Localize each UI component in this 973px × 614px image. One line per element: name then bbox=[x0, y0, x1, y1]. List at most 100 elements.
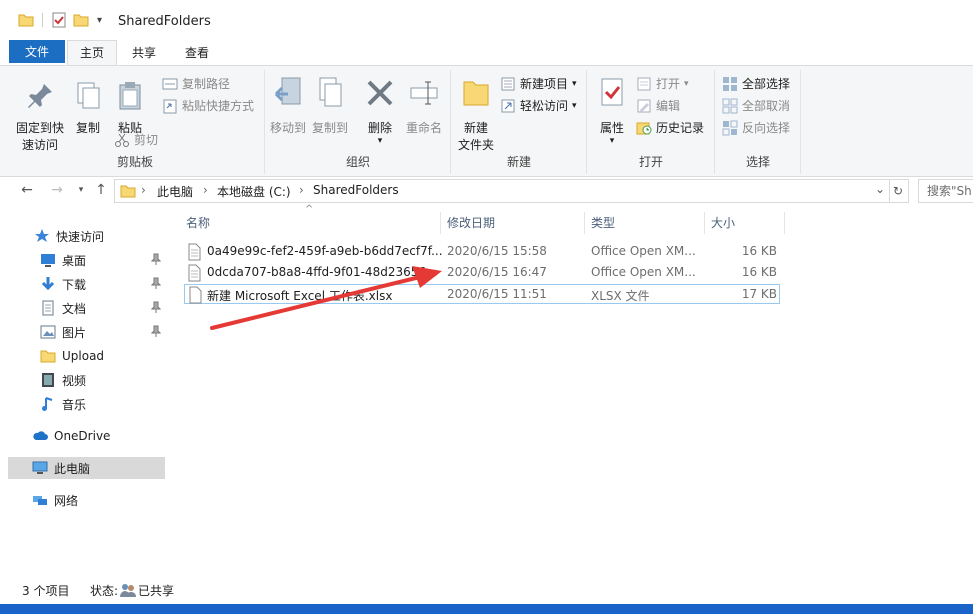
breadcrumb-local-disk[interactable]: 本地磁盘 (C:) bbox=[217, 183, 291, 200]
delete-x-icon bbox=[367, 80, 393, 106]
easy-access-button[interactable]: 轻松访问 ▾ bbox=[500, 96, 577, 116]
tab-share[interactable]: 共享 bbox=[120, 41, 168, 65]
file-icon bbox=[188, 264, 201, 282]
rename-button[interactable]: 重命名 bbox=[402, 76, 446, 137]
copy-to-button[interactable]: 复制到 bbox=[310, 76, 350, 137]
move-to-label: 移动到 bbox=[269, 121, 306, 135]
nav-this-pc[interactable]: 此电脑 bbox=[8, 457, 165, 479]
column-header-type[interactable]: 类型 bbox=[585, 212, 705, 234]
up-button[interactable]: ↑ bbox=[92, 181, 110, 199]
status-bar: 3 个项目 状态: 已共享 bbox=[0, 578, 973, 604]
new-group-label: 新建 bbox=[506, 155, 531, 169]
tab-home[interactable]: 主页 bbox=[67, 40, 117, 66]
pin-icon bbox=[151, 277, 161, 289]
nav-item-videos[interactable]: 视频 bbox=[8, 369, 165, 391]
nav-item-label: 桌面 bbox=[62, 253, 87, 268]
nav-item-downloads[interactable]: 下载 bbox=[8, 273, 165, 295]
paste-shortcut-button[interactable]: 粘贴快捷方式 bbox=[162, 96, 254, 116]
column-header-date[interactable]: 修改日期 bbox=[441, 212, 585, 234]
navigation-pane: 快速访问 桌面 下载 文档 图片 Upload 视频 音乐 OneDrive 此… bbox=[0, 210, 168, 570]
file-icon bbox=[188, 243, 201, 261]
clipboard-group-label: 剪贴板 bbox=[116, 155, 153, 169]
file-row[interactable]: 0dcda707-b8a8-4ffd-9f01-48d23656... 2020… bbox=[184, 263, 780, 283]
customize-toolbar-dropdown[interactable]: ▾ bbox=[97, 15, 102, 26]
properties-dropdown-arrow[interactable]: ▾ bbox=[592, 137, 632, 146]
pin-quick-access-button[interactable]: 固定到快 速访问 bbox=[12, 80, 68, 154]
paste-button[interactable]: 粘贴 bbox=[110, 80, 150, 137]
search-input[interactable]: 搜索"Sh bbox=[918, 179, 973, 203]
column-header-name[interactable]: 名称 bbox=[180, 212, 441, 234]
cloud-icon bbox=[33, 431, 48, 440]
ribbon: 固定到快 速访问 复制 粘贴 复制路径 粘贴快捷方式 剪切 剪贴板 移动到 复制… bbox=[0, 65, 973, 177]
breadcrumb-this-pc[interactable]: 此电脑 bbox=[157, 183, 193, 200]
properties-check-icon[interactable] bbox=[51, 12, 67, 28]
new-folder-button[interactable]: 新建 文件夹 bbox=[454, 76, 498, 154]
item-count: 3 个项目 bbox=[22, 584, 70, 598]
edit-icon bbox=[637, 99, 651, 113]
pin-icon bbox=[151, 301, 161, 313]
easy-access-dropdown-arrow[interactable]: ▾ bbox=[572, 96, 577, 116]
file-name: 新建 Microsoft Excel 工作表.xlsx bbox=[207, 289, 393, 303]
tab-view[interactable]: 查看 bbox=[173, 41, 221, 65]
address-box[interactable]: › 此电脑 › 本地磁盘 (C:) › SharedFolders ⌄ bbox=[114, 179, 890, 203]
status-value: 已共享 bbox=[138, 584, 175, 598]
refresh-button[interactable]: ↻ bbox=[888, 179, 909, 203]
nav-quick-access[interactable]: 快速访问 bbox=[8, 225, 165, 247]
file-row[interactable]: 0a49e99c-fef2-459f-a9eb-b6dd7ecf7f... 20… bbox=[184, 242, 780, 262]
new-item-dropdown-arrow[interactable]: ▾ bbox=[572, 74, 577, 94]
copy-label: 复制 bbox=[75, 121, 100, 135]
copy-button[interactable]: 复制 bbox=[70, 80, 106, 137]
select-all-button[interactable]: 全部选择 bbox=[722, 74, 790, 94]
music-icon bbox=[42, 397, 53, 411]
invert-selection-button[interactable]: 反向选择 bbox=[722, 118, 790, 138]
nav-item-music[interactable]: 音乐 bbox=[8, 393, 165, 415]
nav-quick-access-label: 快速访问 bbox=[56, 229, 105, 244]
properties-button[interactable]: 属性 ▾ bbox=[592, 76, 632, 146]
nav-item-pictures[interactable]: 图片 bbox=[8, 321, 165, 343]
delete-dropdown-arrow[interactable]: ▾ bbox=[362, 137, 398, 146]
select-none-label: 全部取消 bbox=[742, 99, 791, 113]
delete-button[interactable]: 删除 ▾ bbox=[362, 76, 398, 146]
recent-locations-dropdown[interactable]: ▾ bbox=[72, 181, 90, 199]
delete-label: 删除 bbox=[367, 121, 392, 135]
file-row[interactable]: 新建 Microsoft Excel 工作表.xlsx 2020/6/15 11… bbox=[184, 284, 780, 304]
file-icon bbox=[189, 286, 202, 304]
cut-label: 剪切 bbox=[134, 133, 159, 147]
open-button[interactable]: 打开 ▾ bbox=[636, 74, 689, 94]
history-button[interactable]: 历史记录 bbox=[636, 118, 704, 138]
move-to-icon bbox=[274, 77, 301, 105]
nav-item-desktop[interactable]: 桌面 bbox=[8, 249, 165, 271]
column-header-size[interactable]: 大小 bbox=[705, 212, 785, 234]
invert-selection-label: 反向选择 bbox=[742, 121, 791, 135]
pin-label-1: 固定到快 bbox=[15, 121, 64, 135]
nav-this-pc-label: 此电脑 bbox=[54, 461, 91, 476]
move-to-button[interactable]: 移动到 bbox=[268, 76, 308, 137]
edit-button[interactable]: 编辑 bbox=[636, 96, 680, 116]
breadcrumb-shared-folders[interactable]: SharedFolders bbox=[313, 183, 399, 197]
breadcrumb-separator-icon[interactable]: › bbox=[299, 183, 304, 197]
breadcrumb-separator-icon[interactable]: › bbox=[203, 183, 208, 197]
open-dropdown-arrow[interactable]: ▾ bbox=[684, 74, 689, 94]
breadcrumb-separator-icon[interactable]: › bbox=[141, 183, 146, 197]
status-label: 状态: bbox=[90, 584, 119, 598]
cut-button[interactable]: 剪切 bbox=[114, 130, 158, 150]
file-date: 2020/6/15 15:58 bbox=[447, 244, 547, 258]
properties-label: 属性 bbox=[599, 121, 624, 135]
document-icon bbox=[42, 300, 54, 316]
nav-onedrive[interactable]: OneDrive bbox=[8, 425, 165, 447]
copy-icon bbox=[77, 82, 100, 109]
picture-icon bbox=[40, 325, 56, 339]
nav-network[interactable]: 网络 bbox=[8, 489, 165, 511]
select-none-button[interactable]: 全部取消 bbox=[722, 96, 790, 116]
address-history-dropdown[interactable]: ⌄ bbox=[875, 182, 885, 196]
nav-item-documents[interactable]: 文档 bbox=[8, 297, 165, 319]
tab-file[interactable]: 文件 bbox=[9, 40, 65, 63]
new-item-button[interactable]: 新建项目 ▾ bbox=[500, 74, 577, 94]
copy-path-button[interactable]: 复制路径 bbox=[162, 74, 230, 94]
open-group: 属性 ▾ 打开 ▾ 编辑 历史记录 打开 bbox=[588, 70, 715, 174]
pin-icon bbox=[28, 84, 52, 108]
forward-button[interactable]: → bbox=[48, 181, 66, 199]
nav-item-upload[interactable]: Upload bbox=[8, 345, 165, 367]
back-button[interactable]: ← bbox=[18, 181, 36, 199]
new-folder-icon[interactable] bbox=[73, 12, 89, 28]
